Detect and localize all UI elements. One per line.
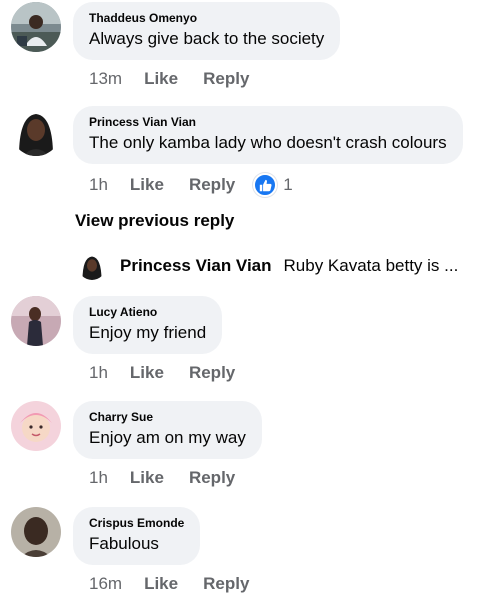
comment-bubble: Charry Sue Enjoy am on my way bbox=[73, 401, 262, 459]
like-button[interactable]: Like bbox=[130, 175, 164, 195]
like-button[interactable]: Like bbox=[144, 574, 178, 594]
user-photo-icon bbox=[11, 2, 61, 52]
comment-bubble: Lucy Atieno Enjoy my friend bbox=[73, 296, 223, 354]
reply-preview[interactable]: Princess Vian Vian Ruby Kavata betty is … bbox=[78, 252, 478, 280]
comment-author[interactable]: Charry Sue bbox=[89, 410, 246, 425]
avatar[interactable] bbox=[11, 296, 61, 346]
comment-bubble: Crispus Emonde Fabulous bbox=[73, 507, 201, 565]
comment-text: The only kamba lady who doesn't crash co… bbox=[89, 133, 447, 152]
reply-button[interactable]: Reply bbox=[189, 175, 235, 195]
user-photo-icon bbox=[11, 507, 61, 557]
reply-button[interactable]: Reply bbox=[203, 574, 249, 594]
comment-time[interactable]: 16m bbox=[89, 574, 122, 594]
reaction-summary[interactable]: 1 bbox=[253, 173, 293, 197]
reply-preview-text: Ruby Kavata betty is ... bbox=[283, 256, 459, 275]
avatar[interactable] bbox=[11, 507, 61, 557]
comment-actions: 16m Like Reply bbox=[89, 574, 249, 594]
comment-text: Enjoy my friend bbox=[89, 323, 207, 342]
comment-time[interactable]: 1h bbox=[89, 175, 108, 195]
comment-text: Fabulous bbox=[89, 534, 159, 553]
user-photo-icon bbox=[78, 252, 106, 280]
comment-author[interactable]: Lucy Atieno bbox=[89, 305, 206, 320]
user-photo-icon bbox=[11, 106, 61, 156]
comment-text: Enjoy am on my way bbox=[89, 428, 246, 447]
like-button[interactable]: Like bbox=[130, 468, 164, 488]
comment-actions: 1h Like Reply 1 bbox=[89, 173, 293, 197]
view-previous-reply-link[interactable]: View previous reply bbox=[75, 211, 234, 231]
reaction-count: 1 bbox=[283, 175, 293, 194]
avatar bbox=[78, 252, 106, 280]
like-button[interactable]: Like bbox=[130, 363, 164, 383]
avatar[interactable] bbox=[11, 106, 61, 156]
user-photo-icon bbox=[11, 296, 61, 346]
comment-time[interactable]: 1h bbox=[89, 363, 108, 383]
like-reaction-icon bbox=[253, 173, 278, 197]
comment-text: Always give back to the society bbox=[89, 29, 325, 48]
like-button[interactable]: Like bbox=[144, 69, 178, 89]
comment-actions: 1h Like Reply bbox=[89, 468, 235, 488]
user-photo-icon bbox=[11, 401, 61, 451]
comment-author[interactable]: Thaddeus Omenyo bbox=[89, 11, 324, 26]
reply-button[interactable]: Reply bbox=[189, 468, 235, 488]
comment-bubble: Thaddeus Omenyo Always give back to the … bbox=[73, 2, 341, 60]
avatar[interactable] bbox=[11, 401, 61, 451]
reply-button[interactable]: Reply bbox=[203, 69, 249, 89]
comment-author[interactable]: Princess Vian Vian bbox=[89, 115, 447, 130]
comment-actions: 1h Like Reply bbox=[89, 363, 235, 383]
comment-time[interactable]: 1h bbox=[89, 468, 108, 488]
comment-author[interactable]: Crispus Emonde bbox=[89, 516, 184, 531]
reply-preview-author: Princess Vian Vian bbox=[120, 256, 272, 275]
comment-actions: 13m Like Reply bbox=[89, 69, 249, 89]
reply-button[interactable]: Reply bbox=[189, 363, 235, 383]
comment-time[interactable]: 13m bbox=[89, 69, 122, 89]
comment-bubble: Princess Vian Vian The only kamba lady w… bbox=[73, 106, 463, 164]
avatar[interactable] bbox=[11, 2, 61, 52]
